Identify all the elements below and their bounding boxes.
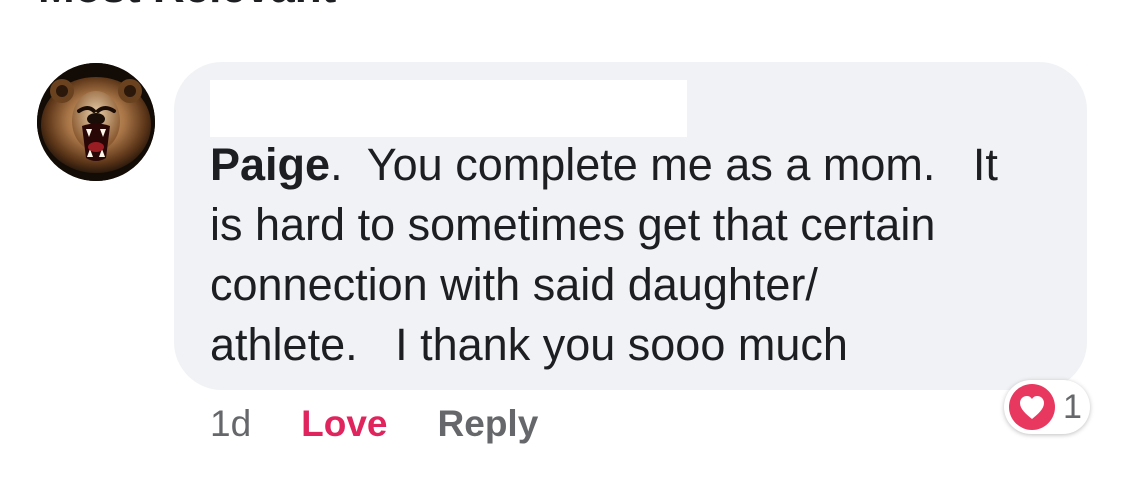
comment-thread: Most Relevant bbox=[0, 0, 1125, 481]
reaction-count: 1 bbox=[1063, 388, 1082, 426]
love-button[interactable]: Love bbox=[301, 399, 387, 449]
reply-button[interactable]: Reply bbox=[438, 399, 539, 449]
comment-line-text: . You complete me as a mom. It bbox=[330, 139, 998, 190]
bear-face-avatar-icon bbox=[37, 63, 155, 181]
reaction-summary[interactable]: 1 bbox=[1004, 380, 1090, 434]
redacted-author-name bbox=[210, 80, 687, 137]
comment-actions: 1d Love Reply bbox=[210, 399, 538, 449]
commenter-avatar[interactable] bbox=[37, 63, 155, 181]
comment-line: is hard to sometimes get that certain bbox=[210, 199, 936, 250]
comment-line: athlete. I thank you sooo much bbox=[210, 319, 848, 370]
comment-timestamp[interactable]: 1d bbox=[210, 399, 251, 449]
mentioned-user-link[interactable]: Paige bbox=[210, 139, 330, 190]
comment-text: Paige. You complete me as a mom. It is h… bbox=[210, 135, 1060, 375]
section-header: Most Relevant bbox=[38, 0, 336, 10]
heart-icon bbox=[1009, 384, 1055, 430]
comment-line: connection with said daughter/ bbox=[210, 259, 818, 310]
comment-line: Paige. You complete me as a mom. It bbox=[210, 135, 1060, 195]
